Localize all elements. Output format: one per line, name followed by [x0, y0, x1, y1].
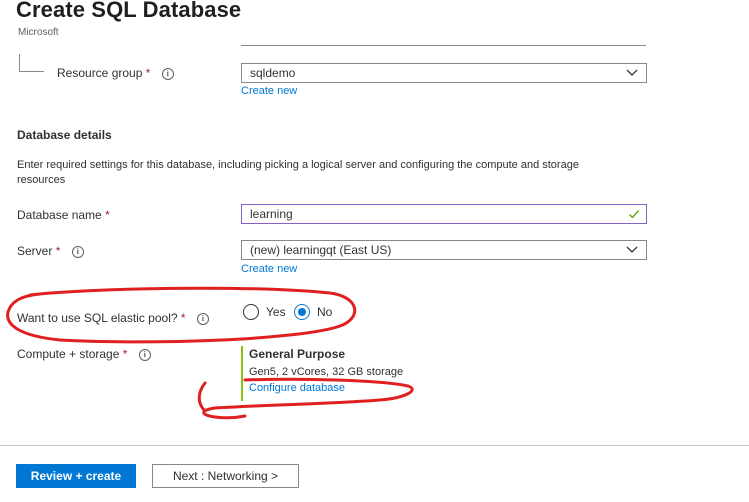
page-publisher: Microsoft	[18, 27, 59, 38]
configure-database-link[interactable]: Configure database	[249, 382, 345, 394]
resource-group-create-new-link[interactable]: Create new	[241, 85, 297, 97]
server-select[interactable]: (new) learningqt (East US)	[241, 240, 647, 260]
info-icon[interactable]: i	[161, 67, 174, 80]
radio-yes[interactable]	[243, 304, 259, 320]
database-name-input[interactable]: learning	[241, 204, 647, 224]
database-name-label: Database name *	[17, 208, 110, 222]
subscription-field-bottom-border	[241, 45, 646, 46]
compute-tier: General Purpose	[249, 347, 346, 361]
elastic-pool-option-no[interactable]: No	[294, 304, 332, 320]
resource-group-select[interactable]: sqldemo	[241, 63, 647, 83]
server-label: Server * i	[17, 244, 84, 258]
compute-spec: Gen5, 2 vCores, 32 GB storage	[249, 366, 404, 378]
database-name-value: learning	[250, 207, 293, 221]
radio-yes-label: Yes	[266, 305, 286, 319]
chevron-down-icon	[626, 246, 638, 253]
info-icon[interactable]: i	[138, 348, 151, 361]
database-details-description: Enter required settings for this databas…	[17, 159, 579, 186]
info-icon[interactable]: i	[196, 312, 209, 325]
compute-storage-label: Compute + storage * i	[17, 347, 151, 361]
page-title: Create SQL Database	[16, 0, 242, 22]
tree-connector-horizontal	[19, 71, 44, 72]
radio-no[interactable]	[294, 304, 310, 320]
elastic-pool-label: Want to use SQL elastic pool? * i	[17, 311, 209, 325]
elastic-pool-option-yes[interactable]: Yes	[243, 304, 286, 320]
review-create-button[interactable]: Review + create	[16, 464, 136, 488]
resource-group-label: Resource group * i	[57, 66, 174, 80]
tier-accent-bar	[241, 346, 243, 401]
resource-group-value: sqldemo	[250, 66, 296, 80]
database-details-heading: Database details	[17, 128, 112, 142]
server-create-new-link[interactable]: Create new	[241, 263, 297, 275]
tree-connector-vertical	[19, 54, 20, 72]
footer-divider	[0, 445, 749, 446]
next-networking-button[interactable]: Next : Networking >	[152, 464, 299, 488]
radio-no-label: No	[317, 305, 333, 319]
info-icon[interactable]: i	[71, 245, 84, 258]
checkmark-icon	[629, 210, 639, 219]
chevron-down-icon	[626, 69, 638, 76]
server-value: (new) learningqt (East US)	[250, 243, 392, 257]
